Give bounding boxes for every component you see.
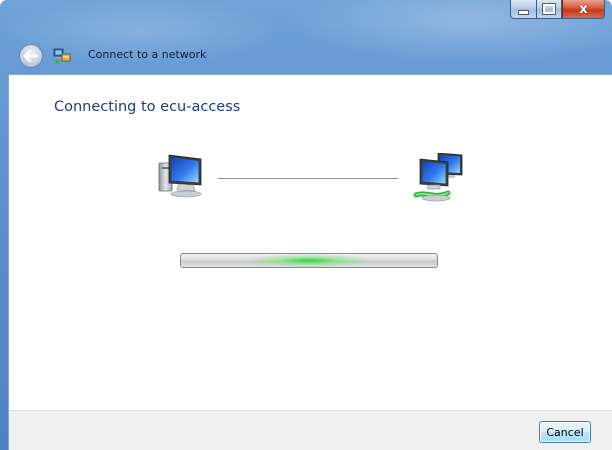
computer-icon bbox=[158, 154, 202, 198]
content-pane: Connecting to ecu-access Cancel bbox=[8, 74, 612, 450]
maximize-icon bbox=[542, 3, 556, 15]
minimize-button[interactable] bbox=[510, 0, 536, 19]
progress-glow bbox=[244, 254, 374, 267]
page-heading: Connecting to ecu-access bbox=[54, 99, 241, 115]
dialog-footer: Cancel bbox=[9, 410, 612, 450]
connection-line bbox=[218, 178, 398, 179]
progress-bar bbox=[180, 253, 438, 268]
cancel-button[interactable]: Cancel bbox=[539, 421, 591, 443]
network-computers-icon bbox=[413, 153, 463, 202]
minimize-icon bbox=[518, 9, 529, 15]
maximize-button[interactable] bbox=[536, 0, 562, 19]
back-button[interactable] bbox=[19, 44, 43, 68]
network-connect-icon bbox=[53, 48, 71, 64]
close-icon: x bbox=[579, 1, 588, 17]
caption-buttons: x bbox=[510, 0, 605, 20]
window-title: Connect to a network bbox=[88, 48, 207, 61]
back-arrow-icon bbox=[24, 50, 38, 62]
dialog-window: x Connect to a network Connecting to ecu… bbox=[0, 0, 612, 450]
close-button[interactable]: x bbox=[562, 0, 605, 19]
